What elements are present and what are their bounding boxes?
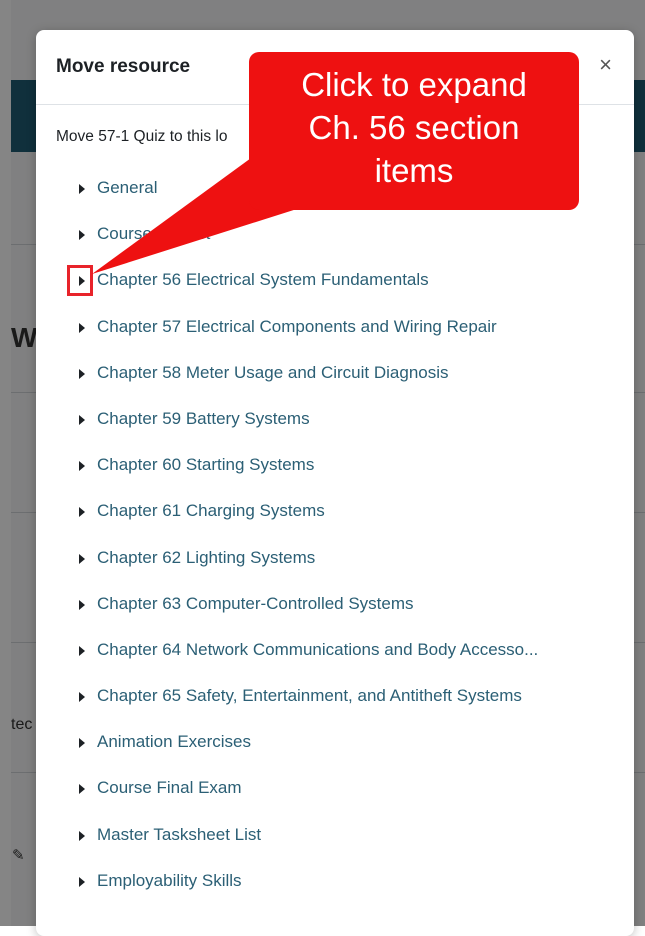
annotation-callout: Click to expand Ch. 56 section items (249, 52, 579, 210)
callout-line: items (374, 151, 454, 189)
callout-text: Click to expand Ch. 56 section items (301, 63, 527, 192)
callout-line: Ch. 56 section (308, 108, 520, 146)
callout-line: Click to expand (301, 65, 527, 103)
